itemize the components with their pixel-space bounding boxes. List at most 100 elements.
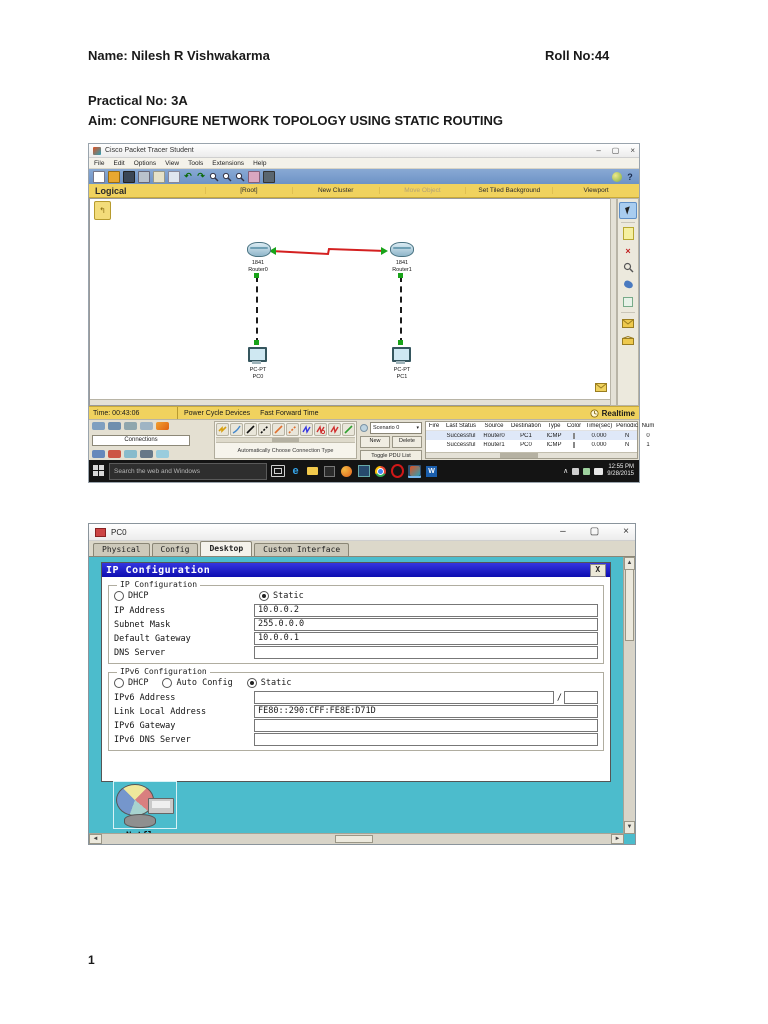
hubs-category-icon[interactable]	[124, 422, 137, 430]
viewport-button[interactable]: Viewport	[552, 187, 639, 194]
zoom-out-icon[interactable]	[235, 172, 245, 182]
new-cluster-button[interactable]: New Cluster	[291, 187, 379, 194]
undo-icon[interactable]: ↶	[183, 171, 193, 182]
connection-strip-scrollbar[interactable]	[216, 437, 355, 443]
zoom-reset-icon[interactable]	[222, 172, 232, 182]
copper-straight-icon[interactable]	[244, 423, 257, 436]
print-icon[interactable]	[138, 170, 150, 183]
close-button[interactable]: ×	[623, 527, 629, 537]
pdu-row[interactable]: Successful Router1 PC0 ICMP 0.000 N 1	[426, 440, 650, 449]
packet-tracer-taskbar-icon[interactable]	[408, 464, 421, 478]
maximize-button[interactable]: ▢	[590, 527, 599, 537]
emulation-category-icon[interactable]	[108, 450, 121, 458]
pc1-device[interactable]	[392, 347, 411, 364]
minimize-button[interactable]: –	[596, 146, 600, 155]
menu-extensions[interactable]: Extensions	[212, 160, 244, 167]
palette-icon[interactable]	[248, 170, 260, 183]
multiuser-category-icon[interactable]	[156, 450, 169, 458]
resize-shape-icon[interactable]	[620, 294, 636, 309]
task-view-icon[interactable]	[271, 465, 285, 477]
dhcp-radio[interactable]	[114, 591, 124, 601]
menu-options[interactable]: Options	[134, 160, 156, 167]
taskbar-clock[interactable]: 12:55 PM 9/28/2015	[607, 464, 634, 478]
wireless-category-icon[interactable]	[140, 422, 153, 430]
console-cable-icon[interactable]	[230, 423, 243, 436]
tab-desktop[interactable]: Desktop	[200, 541, 253, 556]
desktop-horizontal-scrollbar[interactable]: ◄ ►	[89, 833, 624, 844]
paste-icon[interactable]	[168, 170, 180, 183]
select-tool-icon[interactable]	[619, 202, 637, 219]
ipv6-dhcp-radio[interactable]	[114, 678, 124, 688]
save-icon[interactable]	[123, 170, 135, 183]
static-radio[interactable]	[259, 591, 269, 601]
tab-config[interactable]: Config	[151, 543, 199, 556]
end-devices-category-icon[interactable]	[92, 450, 105, 458]
delete-tool-icon[interactable]: ×	[620, 243, 636, 258]
canvas-vertical-scrollbar[interactable]	[610, 198, 617, 406]
maximize-button[interactable]: ▢	[612, 146, 620, 155]
open-folder-icon[interactable]	[108, 170, 120, 183]
link-local-field[interactable]: FE80::290:CFF:FE8E:D71D	[254, 705, 598, 718]
serial-dce-icon[interactable]	[314, 423, 327, 436]
power-cycle-button[interactable]: Power Cycle Devices	[184, 410, 250, 417]
network-info-icon[interactable]	[612, 171, 622, 182]
auto-connection-icon[interactable]	[216, 423, 229, 436]
phone-cable-icon[interactable]	[286, 423, 299, 436]
ipv6-prefix-field[interactable]	[564, 691, 598, 704]
tab-custom-interface[interactable]: Custom Interface	[254, 543, 350, 556]
help-icon[interactable]: ?	[625, 172, 635, 182]
pdu-list-scrollbar[interactable]	[426, 452, 637, 458]
add-complex-pdu-icon[interactable]	[620, 333, 636, 348]
desktop-vertical-scrollbar[interactable]: ▲ ▼	[623, 557, 635, 834]
chrome-icon[interactable]	[374, 465, 387, 478]
ipv6-static-radio[interactable]	[246, 678, 257, 688]
ipv6-address-field[interactable]	[254, 691, 554, 704]
fiber-icon[interactable]	[272, 423, 285, 436]
inspect-tool-icon[interactable]	[620, 260, 636, 275]
ipv6-gateway-field[interactable]	[254, 719, 598, 732]
scenario-delete-button[interactable]: Delete	[392, 436, 422, 448]
serial-dte-icon[interactable]	[328, 423, 341, 436]
subnet-mask-field[interactable]: 255.0.0.0	[254, 618, 598, 631]
realtime-mode-toggle[interactable]: Realtime	[590, 409, 639, 418]
photos-icon[interactable]	[357, 465, 370, 478]
redo-icon[interactable]: ↷	[196, 171, 206, 182]
menu-file[interactable]: File	[94, 160, 104, 167]
action-center-icon[interactable]	[594, 467, 604, 475]
place-note-icon[interactable]	[620, 226, 636, 241]
store-icon[interactable]	[323, 465, 336, 478]
fast-forward-button[interactable]: Fast Forward Time	[260, 410, 318, 417]
ipv6-dns-field[interactable]	[254, 733, 598, 746]
canvas-horizontal-scrollbar[interactable]	[90, 399, 610, 405]
menu-view[interactable]: View	[165, 160, 179, 167]
scenario-select[interactable]: Scenario 0 ▾	[370, 422, 422, 434]
octal-cable-icon[interactable]	[342, 423, 355, 436]
start-button[interactable]	[93, 465, 105, 477]
close-button[interactable]: ×	[630, 146, 635, 155]
logical-workspace-label[interactable]: Logical	[89, 186, 205, 196]
minimize-button[interactable]: –	[560, 527, 566, 537]
root-cluster-label[interactable]: [Root]	[205, 187, 292, 194]
opera-icon[interactable]	[391, 464, 404, 478]
file-explorer-icon[interactable]	[306, 465, 319, 478]
routers-category-icon[interactable]	[92, 422, 105, 430]
custom-category-icon[interactable]	[140, 450, 153, 458]
coaxial-icon[interactable]	[300, 423, 313, 436]
switches-category-icon[interactable]	[108, 422, 121, 430]
pc0-device[interactable]	[248, 347, 267, 364]
tab-physical[interactable]: Physical	[93, 543, 150, 556]
connections-category-icon[interactable]	[156, 422, 169, 430]
menu-tools[interactable]: Tools	[188, 160, 203, 167]
new-file-icon[interactable]	[93, 170, 105, 183]
scenario-new-button[interactable]: New	[360, 436, 390, 448]
router0-device[interactable]	[247, 242, 271, 257]
dns-server-field[interactable]	[254, 646, 598, 659]
wan-category-icon[interactable]	[124, 450, 137, 458]
add-simple-pdu-icon[interactable]	[620, 316, 636, 331]
topology-canvas[interactable]: ↰ 1841 Router0 1841 Router1 PC-PT PC0 PC…	[89, 198, 610, 406]
copy-icon[interactable]	[153, 170, 165, 183]
ipv6-auto-config-radio[interactable]	[162, 678, 173, 688]
firefox-icon[interactable]	[340, 465, 353, 478]
default-gateway-field[interactable]: 10.0.0.1	[254, 632, 598, 645]
word-icon[interactable]: W	[425, 465, 438, 478]
